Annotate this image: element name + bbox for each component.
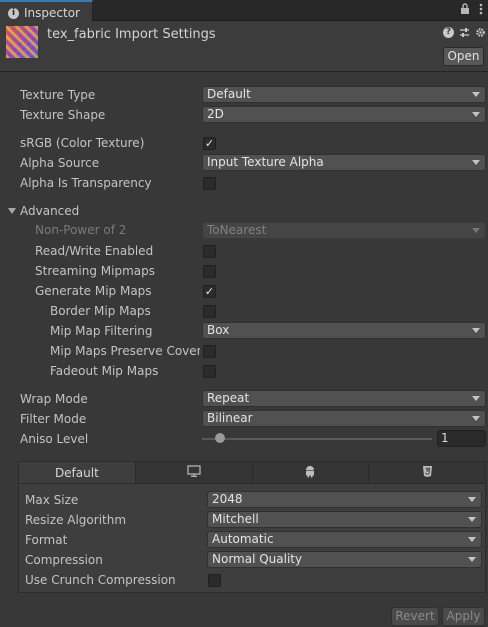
aniso-level-field[interactable]: 1 bbox=[437, 430, 486, 447]
chevron-down-icon bbox=[472, 112, 480, 117]
format-dropdown[interactable]: Automatic bbox=[207, 531, 482, 548]
chevron-down-icon bbox=[468, 497, 476, 502]
border-mip-maps-checkbox[interactable] bbox=[203, 305, 216, 318]
tab-standalone[interactable] bbox=[136, 462, 253, 483]
filter-mode-label: Filter Mode bbox=[20, 412, 87, 426]
wrap-mode-label: Wrap Mode bbox=[20, 392, 88, 406]
texture-shape-dropdown[interactable]: 2D bbox=[202, 106, 486, 123]
chevron-down-icon bbox=[472, 328, 480, 333]
filter-mode-dropdown[interactable]: Bilinear bbox=[202, 410, 486, 427]
chevron-down-icon bbox=[468, 557, 476, 562]
info-icon: i bbox=[8, 7, 19, 19]
mip-map-filtering-dropdown[interactable]: Box bbox=[202, 322, 486, 339]
non-power-of-2-label: Non-Power of 2 bbox=[35, 223, 127, 237]
tab-webgl[interactable] bbox=[369, 462, 485, 483]
streaming-mipmaps-checkbox[interactable] bbox=[203, 265, 216, 278]
help-icon[interactable]: ? bbox=[443, 27, 454, 38]
max-size-label: Max Size bbox=[25, 493, 79, 507]
advanced-label: Advanced bbox=[20, 204, 80, 218]
alpha-source-label: Alpha Source bbox=[20, 156, 100, 170]
use-crunch-compression-label: Use Crunch Compression bbox=[25, 573, 176, 587]
texture-shape-value: 2D bbox=[207, 107, 224, 121]
use-crunch-compression-checkbox[interactable] bbox=[208, 574, 221, 587]
footer-bar: Revert Apply bbox=[0, 603, 488, 627]
inspector-tab-bar: i Inspector bbox=[0, 0, 488, 22]
chevron-down-icon bbox=[468, 537, 476, 542]
read-write-label: Read/Write Enabled bbox=[35, 244, 154, 258]
resize-algorithm-label: Resize Algorithm bbox=[25, 513, 127, 527]
wrap-mode-value: Repeat bbox=[207, 391, 250, 405]
format-value: Automatic bbox=[212, 532, 274, 546]
compression-label: Compression bbox=[25, 553, 103, 567]
alpha-source-value: Input Texture Alpha bbox=[207, 155, 324, 169]
generate-mip-maps-checkbox[interactable]: ✓ bbox=[203, 285, 216, 298]
border-mip-maps-label: Border Mip Maps bbox=[50, 304, 151, 318]
generate-mip-maps-label: Generate Mip Maps bbox=[35, 284, 152, 298]
read-write-checkbox[interactable] bbox=[203, 245, 216, 258]
html5-icon bbox=[422, 465, 433, 481]
mip-maps-preserve-coverage-checkbox[interactable] bbox=[203, 345, 216, 358]
aniso-level-slider-track[interactable] bbox=[202, 438, 432, 440]
wrap-mode-dropdown[interactable]: Repeat bbox=[202, 390, 486, 407]
tab-inspector[interactable]: i Inspector bbox=[0, 0, 93, 22]
tab-android[interactable] bbox=[253, 462, 370, 483]
preset-icon[interactable] bbox=[459, 27, 470, 41]
compression-dropdown[interactable]: Normal Quality bbox=[207, 551, 482, 568]
aniso-level-slider-handle[interactable] bbox=[215, 433, 225, 443]
fadeout-mip-maps-label: Fadeout Mip Maps bbox=[50, 364, 159, 378]
android-icon bbox=[304, 465, 316, 481]
chevron-down-icon bbox=[472, 416, 480, 421]
mip-map-filtering-label: Mip Map Filtering bbox=[50, 324, 153, 338]
srgb-checkbox[interactable]: ✓ bbox=[203, 137, 216, 150]
alpha-source-dropdown[interactable]: Input Texture Alpha bbox=[202, 154, 486, 171]
revert-button[interactable]: Revert bbox=[391, 607, 439, 626]
alpha-is-transparency-checkbox[interactable] bbox=[203, 177, 216, 190]
texture-type-value: Default bbox=[207, 87, 251, 101]
resize-algorithm-dropdown[interactable]: Mitchell bbox=[207, 511, 482, 528]
format-label: Format bbox=[25, 533, 68, 547]
open-button[interactable]: Open bbox=[443, 47, 484, 66]
page-title: tex_fabric Import Settings bbox=[47, 27, 216, 42]
texture-type-dropdown[interactable]: Default bbox=[202, 86, 486, 103]
max-size-dropdown[interactable]: 2048 bbox=[207, 491, 482, 508]
tab-default-label: Default bbox=[54, 465, 99, 480]
non-power-of-2-value: ToNearest bbox=[207, 223, 267, 237]
tab-inspector-label: Inspector bbox=[24, 6, 80, 20]
alpha-is-transparency-label: Alpha Is Transparency bbox=[20, 176, 152, 190]
fadeout-mip-maps-checkbox[interactable] bbox=[203, 365, 216, 378]
filter-mode-value: Bilinear bbox=[207, 411, 253, 425]
chevron-down-icon bbox=[472, 228, 480, 233]
apply-button[interactable]: Apply bbox=[442, 607, 485, 626]
gear-icon[interactable] bbox=[475, 27, 486, 41]
chevron-down-icon bbox=[472, 92, 480, 97]
streaming-mipmaps-label: Streaming Mipmaps bbox=[35, 264, 156, 278]
compression-value: Normal Quality bbox=[212, 552, 303, 566]
non-power-of-2-dropdown: ToNearest bbox=[202, 222, 486, 239]
texture-thumbnail bbox=[6, 26, 38, 58]
platform-tabs: Default bbox=[19, 462, 485, 484]
import-settings-header: tex_fabric Import Settings ? Open bbox=[0, 22, 488, 72]
resize-algorithm-value: Mitchell bbox=[212, 512, 259, 526]
aniso-level-label: Aniso Level bbox=[20, 432, 89, 446]
advanced-foldout[interactable]: Advanced bbox=[8, 204, 79, 218]
lock-icon[interactable] bbox=[460, 3, 470, 18]
texture-type-label: Texture Type bbox=[20, 88, 96, 102]
kebab-menu-icon[interactable] bbox=[479, 3, 483, 18]
texture-shape-label: Texture Shape bbox=[20, 108, 106, 122]
mip-map-filtering-value: Box bbox=[207, 323, 230, 337]
chevron-down-icon bbox=[472, 396, 480, 401]
monitor-icon bbox=[187, 465, 201, 480]
max-size-value: 2048 bbox=[212, 492, 243, 506]
mip-maps-preserve-coverage-label: Mip Maps Preserve Coverage bbox=[50, 344, 200, 358]
foldout-arrow-icon bbox=[8, 208, 16, 214]
chevron-down-icon bbox=[472, 160, 480, 165]
chevron-down-icon bbox=[468, 517, 476, 522]
tab-default[interactable]: Default bbox=[19, 462, 136, 483]
srgb-label: sRGB (Color Texture) bbox=[20, 136, 145, 150]
